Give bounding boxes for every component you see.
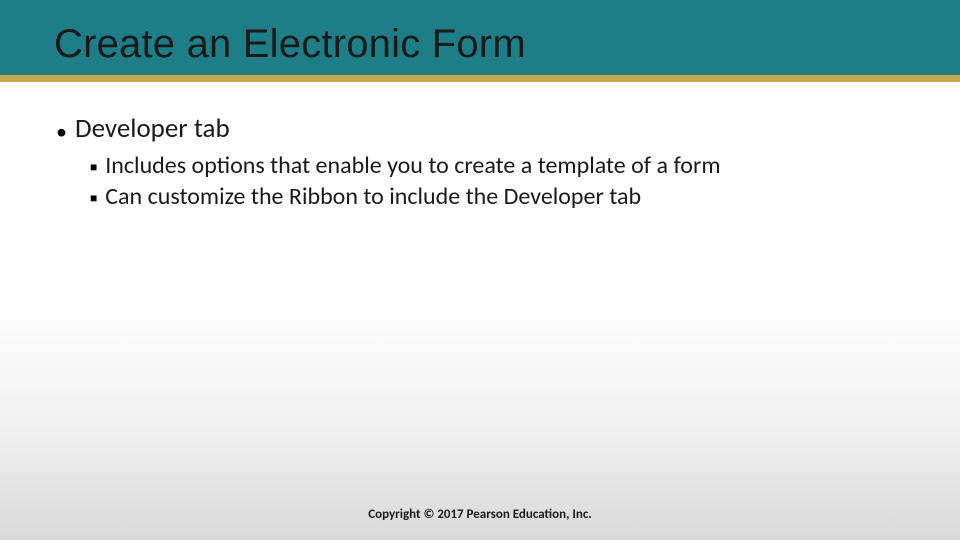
slide-body: • Developer tab ■ Includes options that …	[56, 112, 904, 211]
bullet-square-icon: ■	[90, 162, 97, 174]
bullet-text: Can customize the Ribbon to include the …	[105, 182, 641, 211]
bullet-text: Developer tab	[75, 112, 230, 145]
bullet-level2: ■ Can customize the Ribbon to include th…	[90, 182, 904, 211]
slide: Create an Electronic Form • Developer ta…	[0, 0, 960, 540]
title-underline	[0, 75, 960, 82]
slide-title: Create an Electronic Form	[54, 22, 526, 67]
bullet-level1: • Developer tab	[56, 112, 904, 145]
copyright-footer: Copyright © 2017 Pearson Education, Inc.	[0, 507, 960, 522]
bullet-level2: ■ Includes options that enable you to cr…	[90, 151, 904, 180]
bullet-dot-icon: •	[56, 121, 67, 143]
bullet-square-icon: ■	[90, 193, 97, 205]
bullet-text: Includes options that enable you to crea…	[105, 151, 720, 180]
